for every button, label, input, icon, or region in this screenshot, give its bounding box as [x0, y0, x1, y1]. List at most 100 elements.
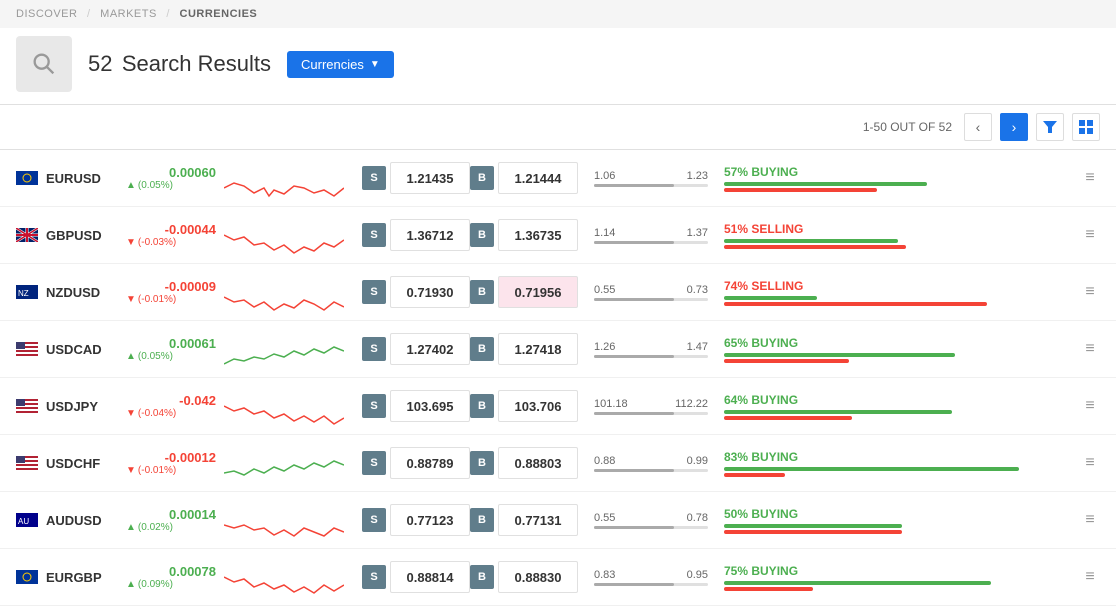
- price-chart: [224, 215, 344, 255]
- change-column: 0.00014 ▲ (0.02%): [126, 507, 216, 533]
- sell-column[interactable]: S 0.77123: [362, 504, 470, 536]
- sell-column[interactable]: S 1.36712: [362, 219, 470, 251]
- change-arrow: ▼: [126, 294, 136, 305]
- change-pct: ▲ (0.09%): [126, 579, 216, 590]
- table-row[interactable]: AU AUDUSD 0.00014 ▲ (0.02%) S 0.77123 B …: [0, 492, 1116, 549]
- sentiment-bars: [724, 467, 1080, 477]
- row-menu-button[interactable]: ≡: [1080, 397, 1100, 415]
- change-pct-text: (-0.01%): [138, 465, 176, 476]
- flag-icon: AU: [16, 513, 46, 527]
- change-value: 0.00014: [126, 507, 216, 522]
- buy-column[interactable]: B 0.88830: [470, 561, 578, 593]
- table-row[interactable]: NZ NZDUSD -0.00009 ▼ (-0.01%) S 0.71930 …: [0, 264, 1116, 321]
- table-row[interactable]: GBPUSD -0.00044 ▼ (-0.03%) S 1.36712 B 1…: [0, 207, 1116, 264]
- table-row[interactable]: EURGBP 0.00078 ▲ (0.09%) S 0.88814 B 0.8…: [0, 549, 1116, 606]
- buy-button[interactable]: B: [470, 166, 494, 190]
- table-row[interactable]: USDCAD 0.00061 ▲ (0.05%) S 1.27402 B 1.2…: [0, 321, 1116, 378]
- row-menu-button[interactable]: ≡: [1080, 169, 1100, 187]
- sentiment-label: 83% BUYING: [724, 450, 1080, 464]
- buy-column[interactable]: B 1.27418: [470, 333, 578, 365]
- buy-button[interactable]: B: [470, 451, 494, 475]
- grid-view-button[interactable]: [1072, 113, 1100, 141]
- symbol-label: USDCHF: [46, 456, 126, 471]
- chart-column: [224, 500, 354, 540]
- buy-column[interactable]: B 1.36735: [470, 219, 578, 251]
- symbol-label: EURUSD: [46, 171, 126, 186]
- row-menu-button[interactable]: ≡: [1080, 454, 1100, 472]
- sell-column[interactable]: S 0.88789: [362, 447, 470, 479]
- row-menu-button[interactable]: ≡: [1080, 226, 1100, 244]
- range-column: 1.141.37: [586, 227, 716, 244]
- sentiment-bars: [724, 410, 1080, 420]
- sell-button[interactable]: S: [362, 223, 386, 247]
- change-column: -0.00044 ▼ (-0.03%): [126, 222, 216, 248]
- sell-button[interactable]: S: [362, 166, 386, 190]
- buy-button[interactable]: B: [470, 565, 494, 589]
- change-arrow: ▲: [126, 579, 136, 590]
- buy-button[interactable]: B: [470, 508, 494, 532]
- buy-button[interactable]: B: [470, 280, 494, 304]
- row-menu-button[interactable]: ≡: [1080, 340, 1100, 358]
- sell-button[interactable]: S: [362, 394, 386, 418]
- flag-icon: [16, 399, 46, 413]
- buy-column[interactable]: B 103.706: [470, 390, 578, 422]
- change-value: -0.00012: [126, 450, 216, 465]
- sell-column[interactable]: S 0.88814: [362, 561, 470, 593]
- sell-button[interactable]: S: [362, 337, 386, 361]
- row-menu-button[interactable]: ≡: [1080, 568, 1100, 586]
- symbol-label: EURGBP: [46, 570, 126, 585]
- buy-column[interactable]: B 0.77131: [470, 504, 578, 536]
- change-pct-text: (-0.03%): [138, 237, 176, 248]
- prev-page-button[interactable]: ‹: [964, 113, 992, 141]
- buy-column[interactable]: B 0.88803: [470, 447, 578, 479]
- table-row[interactable]: USDCHF -0.00012 ▼ (-0.01%) S 0.88789 B 0…: [0, 435, 1116, 492]
- sell-column[interactable]: S 1.21435: [362, 162, 470, 194]
- sell-button[interactable]: S: [362, 508, 386, 532]
- change-pct: ▼ (-0.01%): [126, 294, 216, 305]
- buy-button[interactable]: B: [470, 337, 494, 361]
- sell-sentiment-bar: [724, 302, 987, 306]
- sell-column[interactable]: S 1.27402: [362, 333, 470, 365]
- sell-price: 1.36712: [390, 219, 470, 251]
- breadcrumb-markets[interactable]: MARKETS: [100, 8, 157, 20]
- sentiment-bars: [724, 353, 1080, 363]
- symbol-label: GBPUSD: [46, 228, 126, 243]
- buy-button[interactable]: B: [470, 394, 494, 418]
- sell-button[interactable]: S: [362, 280, 386, 304]
- sell-column[interactable]: S 0.71930: [362, 276, 470, 308]
- flag-icon: [16, 228, 46, 242]
- sell-button[interactable]: S: [362, 451, 386, 475]
- price-chart: [224, 272, 344, 312]
- buy-button[interactable]: B: [470, 223, 494, 247]
- filter-icon: [1043, 120, 1057, 134]
- row-menu-button[interactable]: ≡: [1080, 283, 1100, 301]
- buy-column[interactable]: B 0.71956: [470, 276, 578, 308]
- sell-column[interactable]: S 103.695: [362, 390, 470, 422]
- chart-column: [224, 215, 354, 255]
- table-row[interactable]: EURUSD 0.00060 ▲ (0.05%) S 1.21435 B 1.2…: [0, 150, 1116, 207]
- symbol-label: NZDUSD: [46, 285, 126, 300]
- sentiment-bars: [724, 182, 1080, 192]
- buy-sentiment-bar: [724, 296, 817, 300]
- range-column: 0.880.99: [586, 455, 716, 472]
- change-value: -0.00044: [126, 222, 216, 237]
- sentiment-column: 57% BUYING: [716, 165, 1080, 192]
- sentiment-bars: [724, 239, 1080, 249]
- chart-column: [224, 329, 354, 369]
- change-arrow: ▼: [126, 237, 136, 248]
- row-menu-button[interactable]: ≡: [1080, 511, 1100, 529]
- chart-column: [224, 272, 354, 312]
- sell-button[interactable]: S: [362, 565, 386, 589]
- next-page-button[interactable]: ›: [1000, 113, 1028, 141]
- flag-icon: [16, 342, 46, 356]
- sentiment-column: 74% SELLING: [716, 279, 1080, 306]
- currencies-filter-button[interactable]: Currencies ▼: [287, 51, 394, 78]
- chart-column: [224, 386, 354, 426]
- sentiment-bars: [724, 581, 1080, 591]
- svg-text:NZ: NZ: [18, 289, 29, 298]
- breadcrumb-discover[interactable]: DISCOVER: [16, 8, 77, 20]
- table-row[interactable]: USDJPY -0.042 ▼ (-0.04%) S 103.695 B 103…: [0, 378, 1116, 435]
- buy-column[interactable]: B 1.21444: [470, 162, 578, 194]
- change-pct-text: (-0.04%): [138, 408, 176, 419]
- filter-icon-button[interactable]: [1036, 113, 1064, 141]
